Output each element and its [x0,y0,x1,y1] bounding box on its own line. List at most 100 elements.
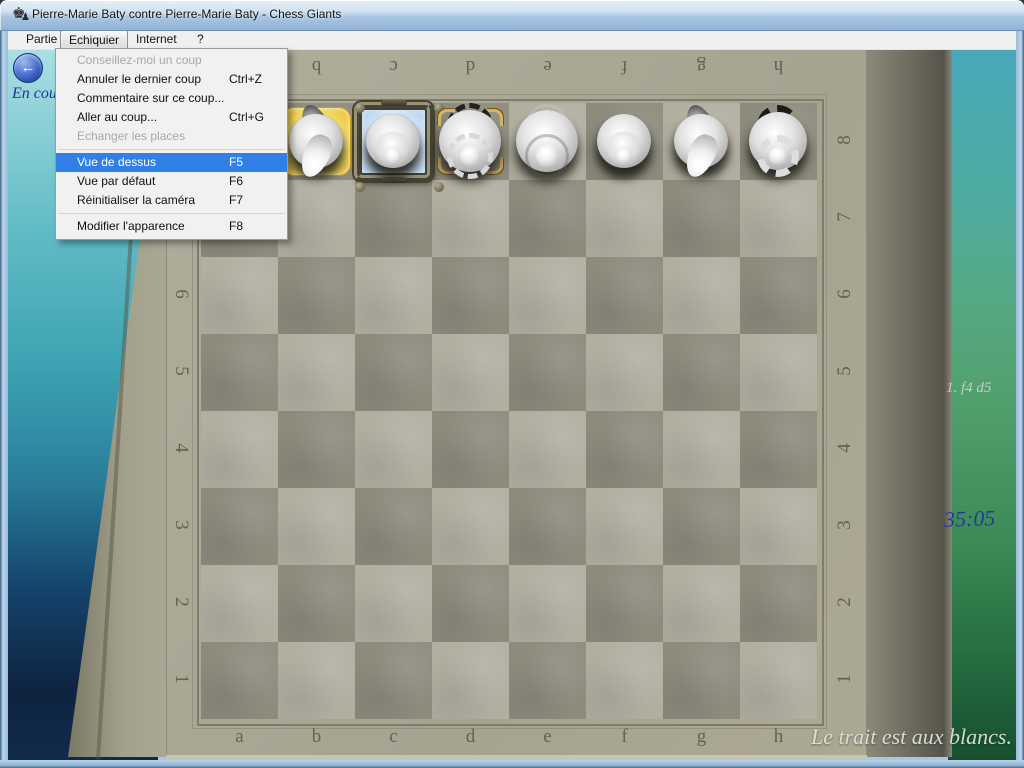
window-border-left [0,30,8,760]
window-border-bottom [0,760,1024,768]
square-h6[interactable] [740,257,817,334]
square-g1[interactable] [663,642,740,719]
square-d7[interactable] [432,180,509,257]
square-c7[interactable] [355,180,432,257]
piece-white-bishop-f1[interactable] [586,103,663,180]
menubar-item-internet[interactable]: Internet [128,30,185,49]
square-f2[interactable] [586,565,663,642]
menu-item-shortcut: F8 [229,217,243,236]
menubar-item-?[interactable]: ? [189,30,212,49]
square-h7[interactable] [740,180,817,257]
menu-item-shortcut: F6 [229,172,243,191]
square-e7[interactable] [509,180,586,257]
piece-head [385,148,401,164]
right-info-panel [948,49,1016,760]
hover-frame-ornament [355,182,365,192]
square-d4[interactable] [432,411,509,488]
menu-item-0[interactable]: Conseillez-moi un coup [56,51,287,70]
back-arrow-icon[interactable]: ← [13,53,43,83]
square-e2[interactable] [509,565,586,642]
square-a5[interactable] [201,334,278,411]
square-g5[interactable] [663,334,740,411]
menu-item-label: Annuler le dernier coup [77,72,201,86]
square-c6[interactable] [355,257,432,334]
square-a4[interactable] [201,411,278,488]
square-b2[interactable] [278,565,355,642]
title-bar[interactable]: ♚♟ Pierre-Marie Baty contre Pierre-Marie… [0,0,1024,31]
square-e5[interactable] [509,334,586,411]
square-h5[interactable] [740,334,817,411]
piece-white-rook-h1[interactable] [740,103,817,180]
square-e6[interactable] [509,257,586,334]
square-b3[interactable] [278,488,355,565]
menu-separator [58,213,285,214]
piece-white-knight-b1[interactable] [278,103,355,180]
square-d5[interactable] [432,334,509,411]
square-c1[interactable] [355,642,432,719]
piece-head [616,148,632,164]
menu-item-6[interactable]: Vue par défaut F6 [56,172,287,191]
menu-item-label: Vue par défaut [77,174,155,188]
menu-item-4[interactable]: Echanger les places [56,127,287,146]
square-a6[interactable] [201,257,278,334]
square-a2[interactable] [201,565,278,642]
square-g7[interactable] [663,180,740,257]
square-b4[interactable] [278,411,355,488]
square-f1[interactable] [586,642,663,719]
piece-white-knight-g1[interactable] [663,103,740,180]
square-f7[interactable] [586,180,663,257]
king-cross [542,151,553,162]
piece-white-king-e1[interactable] [509,103,586,180]
chess-board [201,103,817,719]
menu-item-shortcut: F7 [229,191,243,210]
square-c4[interactable] [355,411,432,488]
square-b1[interactable] [278,642,355,719]
square-a3[interactable] [201,488,278,565]
menu-item-8[interactable]: Modifier l'apparence F8 [56,217,287,236]
menu-item-3[interactable]: Aller au coup...Ctrl+G [56,108,287,127]
square-f3[interactable] [586,488,663,565]
menu-item-shortcut: Ctrl+Z [229,70,262,89]
piece-white-bishop-c1[interactable] [355,103,432,180]
square-h1[interactable] [740,642,817,719]
menu-item-label: Modifier l'apparence [77,219,185,233]
square-e4[interactable] [509,411,586,488]
echiquier-menu-dropdown: Conseillez-moi un coupAnnuler le dernier… [55,48,288,240]
piece-white-queen-d1[interactable] [432,103,509,180]
square-d3[interactable] [432,488,509,565]
menu-item-7[interactable]: Réinitialiser la caméraF7 [56,191,287,210]
piece-head [769,147,787,165]
menu-item-1[interactable]: Annuler le dernier coup Ctrl+Z [56,70,287,89]
square-b5[interactable] [278,334,355,411]
square-d2[interactable] [432,565,509,642]
menu-item-label: Vue de dessus [77,155,156,169]
square-b7[interactable] [278,180,355,257]
square-f6[interactable] [586,257,663,334]
menu-item-5[interactable]: Vue de dessusF5 [56,153,287,172]
square-c3[interactable] [355,488,432,565]
square-g6[interactable] [663,257,740,334]
board-frame-lip [166,755,867,759]
square-f4[interactable] [586,411,663,488]
piece-head [460,146,480,166]
square-e1[interactable] [509,642,586,719]
square-h3[interactable] [740,488,817,565]
square-g4[interactable] [663,411,740,488]
square-e3[interactable] [509,488,586,565]
square-c2[interactable] [355,565,432,642]
square-g3[interactable] [663,488,740,565]
square-d1[interactable] [432,642,509,719]
square-c5[interactable] [355,334,432,411]
menubar-item-partie[interactable]: Partie [18,30,65,49]
square-h2[interactable] [740,565,817,642]
square-h4[interactable] [740,411,817,488]
menubar-item-echiquier[interactable]: Echiquier [60,30,128,49]
square-a1[interactable] [201,642,278,719]
menu-item-2[interactable]: Commentaire sur ce coup... [56,89,287,108]
window-title: Pierre-Marie Baty contre Pierre-Marie Ba… [32,7,341,21]
square-g2[interactable] [663,565,740,642]
square-d6[interactable] [432,257,509,334]
square-b6[interactable] [278,257,355,334]
turn-status-text: Le trait est aux blancs. [700,724,1012,750]
square-f5[interactable] [586,334,663,411]
